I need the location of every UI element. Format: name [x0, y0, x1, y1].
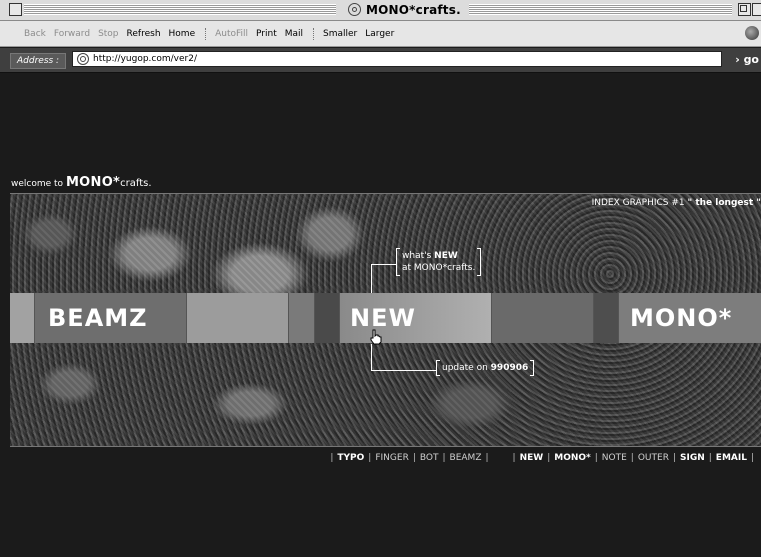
address-url: http://yugop.com/ver2/ [93, 54, 197, 64]
nav-link-new[interactable]: NEW [520, 453, 544, 463]
nav-separator: | [672, 453, 676, 463]
zoom-box[interactable] [738, 3, 751, 16]
update-date: 990906 [490, 363, 529, 373]
window-title-text: MONO*crafts. [366, 2, 461, 17]
welcome-prefix: welcome to [11, 179, 64, 189]
nav-separator: | [485, 453, 489, 463]
hand-cursor-icon [370, 329, 382, 345]
page-content: welcome to MONO*crafts. INDEX GRAPHICS #… [0, 73, 761, 557]
address-bar: Address : http://yugop.com/ver2/ › go [0, 48, 761, 73]
back-button[interactable]: Back [24, 29, 46, 39]
go-label: go [743, 53, 759, 66]
page-icon [77, 53, 89, 65]
autofill-button[interactable]: AutoFill [215, 29, 248, 39]
forward-button[interactable]: Forward [54, 29, 90, 39]
callout-line [371, 370, 436, 371]
bracket-left [396, 248, 400, 276]
beamz-label: BEAMZ [48, 304, 148, 332]
nav-separator: | [708, 453, 712, 463]
address-input[interactable]: http://yugop.com/ver2/ [72, 51, 722, 67]
page-icon [348, 3, 361, 16]
close-box[interactable] [9, 3, 22, 16]
strip-segment[interactable] [289, 293, 315, 343]
strip-segment[interactable] [187, 293, 289, 343]
stop-button[interactable]: Stop [98, 29, 118, 39]
browser-toolbar: Back Forward Stop Refresh Home AutoFill … [0, 21, 761, 47]
nav-separator: | [368, 453, 372, 463]
title-bar-stripes-right [436, 4, 732, 15]
index-graphics-label: INDEX GRAPHICS #1 [591, 198, 685, 208]
welcome-brand: MONO* [65, 175, 121, 190]
title-bar[interactable]: MONO*crafts. [0, 0, 761, 21]
title-bar-stripes-left [24, 4, 336, 15]
smaller-button[interactable]: Smaller [323, 29, 357, 39]
strip-beamz[interactable]: BEAMZ [35, 293, 187, 343]
update-prefix: update on [442, 363, 488, 373]
nav-separator: | [442, 453, 446, 463]
whats-new-bold: NEW [434, 251, 458, 261]
callout-line [371, 344, 372, 370]
strip-segment[interactable] [10, 293, 35, 343]
nav-separator: | [412, 453, 416, 463]
callout-line [371, 264, 372, 296]
bracket-right [530, 360, 535, 376]
nav-link-note[interactable]: NOTE [602, 453, 627, 463]
category-strip: BEAMZ NEW MONO* [10, 293, 761, 343]
nav-link-beamz[interactable]: BEAMZ [450, 453, 482, 463]
update-callout[interactable]: update on 990906 [436, 360, 535, 376]
browser-window: MONO*crafts. Back Forward Stop Refresh H… [0, 0, 761, 557]
address-label: Address : [10, 53, 67, 69]
strip-mono[interactable]: MONO* [619, 293, 761, 343]
nav-link-sign[interactable]: SIGN [680, 453, 705, 463]
larger-button[interactable]: Larger [365, 29, 394, 39]
strip-new[interactable]: NEW [340, 293, 492, 343]
nav-link-typo[interactable]: TYPO [337, 453, 364, 463]
index-graphics-title: INDEX GRAPHICS #1 " the longest " [592, 198, 761, 208]
callout-line [371, 264, 396, 265]
strip-segment[interactable] [594, 293, 619, 343]
toolbar-divider [205, 27, 207, 40]
nav-link-finger[interactable]: FINGER [375, 453, 408, 463]
nav-separator: | [547, 453, 551, 463]
welcome-text: welcome to MONO*crafts. [11, 175, 152, 190]
mail-button[interactable]: Mail [285, 29, 303, 39]
strip-segment[interactable] [315, 293, 340, 343]
throbber-icon [745, 26, 759, 40]
go-button[interactable]: › go [735, 53, 759, 66]
collapse-box[interactable] [752, 3, 761, 16]
strip-segment[interactable] [492, 293, 594, 343]
nav-link-outer[interactable]: OUTER [638, 453, 669, 463]
refresh-button[interactable]: Refresh [127, 29, 161, 39]
mono-label: MONO* [630, 304, 733, 332]
bracket-right [477, 248, 482, 276]
nav-link-bot[interactable]: BOT [420, 453, 439, 463]
nav-link-mono[interactable]: MONO* [554, 453, 591, 463]
welcome-suffix: crafts. [120, 178, 152, 189]
bottom-nav: | TYPO | FINGER | BOT | BEAMZ | | NEW | … [329, 453, 755, 463]
nav-separator: | [512, 453, 516, 463]
nav-separator: | [750, 453, 754, 463]
nav-separator: | [330, 453, 334, 463]
home-button[interactable]: Home [169, 29, 196, 39]
new-label: NEW [350, 304, 416, 332]
toolbar-divider [313, 27, 315, 40]
whats-new-callout[interactable]: what's NEW at MONO*crafts. [396, 248, 482, 276]
print-button[interactable]: Print [256, 29, 277, 39]
nav-link-email[interactable]: EMAIL [716, 453, 747, 463]
whats-new-prefix: what's [402, 251, 432, 261]
nav-separator: | [594, 453, 598, 463]
bracket-left [436, 360, 440, 376]
window-title: MONO*crafts. [340, 1, 469, 18]
index-graphics-quote: " the longest " [687, 198, 761, 208]
nav-separator: | [630, 453, 634, 463]
whats-new-line2: at MONO*crafts. [402, 263, 476, 273]
